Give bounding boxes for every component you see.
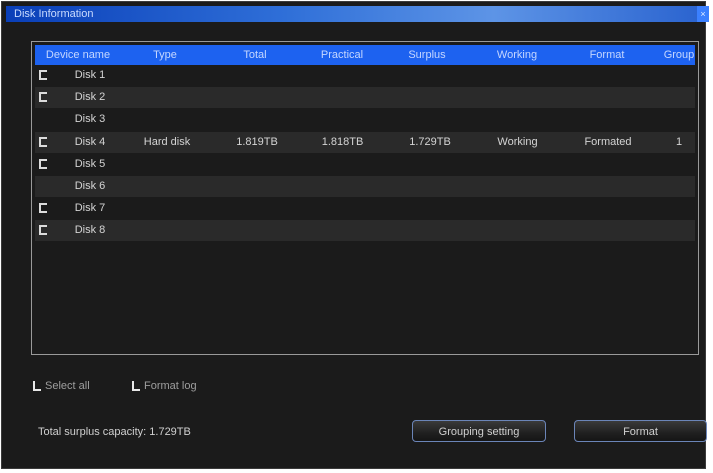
disk-information-window: Disk Information × Device name Type Tota…: [1, 1, 709, 469]
cell-format: [573, 65, 643, 86]
cell-total: [227, 154, 287, 175]
cell-practical: [310, 154, 375, 175]
cell-group: [659, 176, 699, 197]
total-surplus-capacity: Total surplus capacity: 1.729TB: [38, 426, 191, 438]
table-row[interactable]: Disk 1: [35, 65, 695, 86]
cell-practical: [310, 109, 375, 130]
cell-practical: [310, 198, 375, 219]
cell-name: Disk 8: [74, 224, 106, 237]
table-row[interactable]: Disk 8: [35, 220, 695, 242]
table-row[interactable]: Disk 3: [35, 109, 695, 130]
select-all-label: Select all: [45, 380, 90, 392]
cell-working: Working: [497, 135, 538, 148]
table-row[interactable]: Disk 6: [35, 176, 695, 197]
cell-working: [485, 65, 550, 86]
cell-surplus: [400, 154, 460, 175]
table-row[interactable]: Disk 7: [35, 198, 695, 219]
column-header-type: Type: [153, 49, 177, 61]
cell-group: [659, 220, 699, 241]
row-checkbox[interactable]: [39, 203, 49, 214]
cell-practical: [310, 65, 375, 86]
cell-type: [132, 109, 202, 130]
cell-working: [485, 176, 550, 197]
cell-group: 1: [675, 135, 683, 148]
format-log-checkbox[interactable]: [132, 381, 140, 391]
cell-type: [132, 65, 202, 86]
format-button[interactable]: Format: [574, 420, 707, 442]
cell-type: [132, 87, 202, 108]
window-title: Disk Information: [14, 8, 94, 20]
cell-type: Hard disk: [143, 135, 191, 148]
cell-name: Disk 1: [74, 69, 106, 81]
cell-working: [485, 87, 550, 108]
column-header-practical: Practical: [320, 49, 364, 61]
column-header-total: Total: [243, 49, 267, 61]
cell-group: [659, 198, 699, 219]
cell-surplus: [400, 87, 460, 108]
cell-format: Formated: [584, 135, 632, 148]
cell-type: [132, 220, 202, 241]
cell-name: Disk 5: [74, 157, 106, 170]
table-header: Device name Type Total Practical Surplus…: [35, 45, 695, 65]
grouping-setting-button[interactable]: Grouping setting: [412, 420, 546, 442]
cell-total: [227, 109, 287, 130]
row-checkbox[interactable]: [39, 158, 49, 169]
cell-total: [227, 176, 287, 197]
cell-working: [485, 154, 550, 175]
cell-working: [485, 198, 550, 219]
cell-format: [573, 198, 643, 219]
cell-surplus: [400, 198, 460, 219]
select-all-checkbox[interactable]: [33, 381, 41, 391]
row-checkbox[interactable]: [39, 70, 49, 80]
cell-group: [659, 154, 699, 175]
disk-table: Device name Type Total Practical Surplus…: [31, 41, 699, 355]
table-row[interactable]: Disk 2: [35, 87, 695, 109]
cell-type: [132, 154, 202, 175]
cell-format: [573, 87, 643, 108]
cell-surplus: [400, 176, 460, 197]
cell-total: [227, 198, 287, 219]
cell-surplus: [400, 109, 460, 130]
row-checkbox[interactable]: [39, 225, 49, 236]
column-header-device-name: Device name: [45, 49, 111, 61]
column-header-group: Group: [663, 49, 695, 61]
cell-name: Disk 2: [74, 91, 106, 104]
cell-practical: [310, 176, 375, 197]
cell-total: 1.819TB: [236, 135, 278, 148]
cell-name: Disk 4: [74, 135, 106, 148]
cell-working: [485, 220, 550, 241]
cell-surplus: [400, 65, 460, 86]
cell-type: [132, 198, 202, 219]
row-checkbox[interactable]: [39, 136, 49, 147]
cell-format: [573, 220, 643, 241]
table-row[interactable]: Disk 5: [35, 154, 695, 175]
column-header-surplus: Surplus: [408, 49, 446, 61]
cell-practical: [310, 220, 375, 241]
column-header-working: Working: [496, 49, 538, 61]
close-icon[interactable]: ×: [697, 6, 709, 22]
cell-total: [227, 220, 287, 241]
row-checkbox[interactable]: [39, 92, 49, 103]
cell-total: [227, 87, 287, 108]
cell-group: [659, 65, 699, 86]
cell-name: Disk 7: [74, 202, 106, 215]
cell-group: [659, 109, 699, 130]
cell-working: [485, 109, 550, 130]
cell-type: [132, 176, 202, 197]
cell-practical: [310, 87, 375, 108]
cell-format: [573, 154, 643, 175]
cell-format: [573, 109, 643, 130]
cell-surplus: [400, 220, 460, 241]
cell-group: [659, 87, 699, 108]
cell-format: [573, 176, 643, 197]
cell-practical: 1.818TB: [321, 135, 364, 148]
cell-name: Disk 3: [74, 113, 106, 126]
cell-total: [227, 65, 287, 86]
column-header-format: Format: [589, 49, 625, 61]
format-log-label: Format log: [144, 380, 197, 392]
table-row[interactable]: Disk 4 Hard disk 1.819TB 1.818TB 1.729TB Work…: [35, 131, 695, 153]
cell-name: Disk 6: [74, 180, 106, 192]
title-bar: Disk Information ×: [6, 6, 709, 22]
cell-surplus: 1.729TB: [409, 135, 451, 148]
